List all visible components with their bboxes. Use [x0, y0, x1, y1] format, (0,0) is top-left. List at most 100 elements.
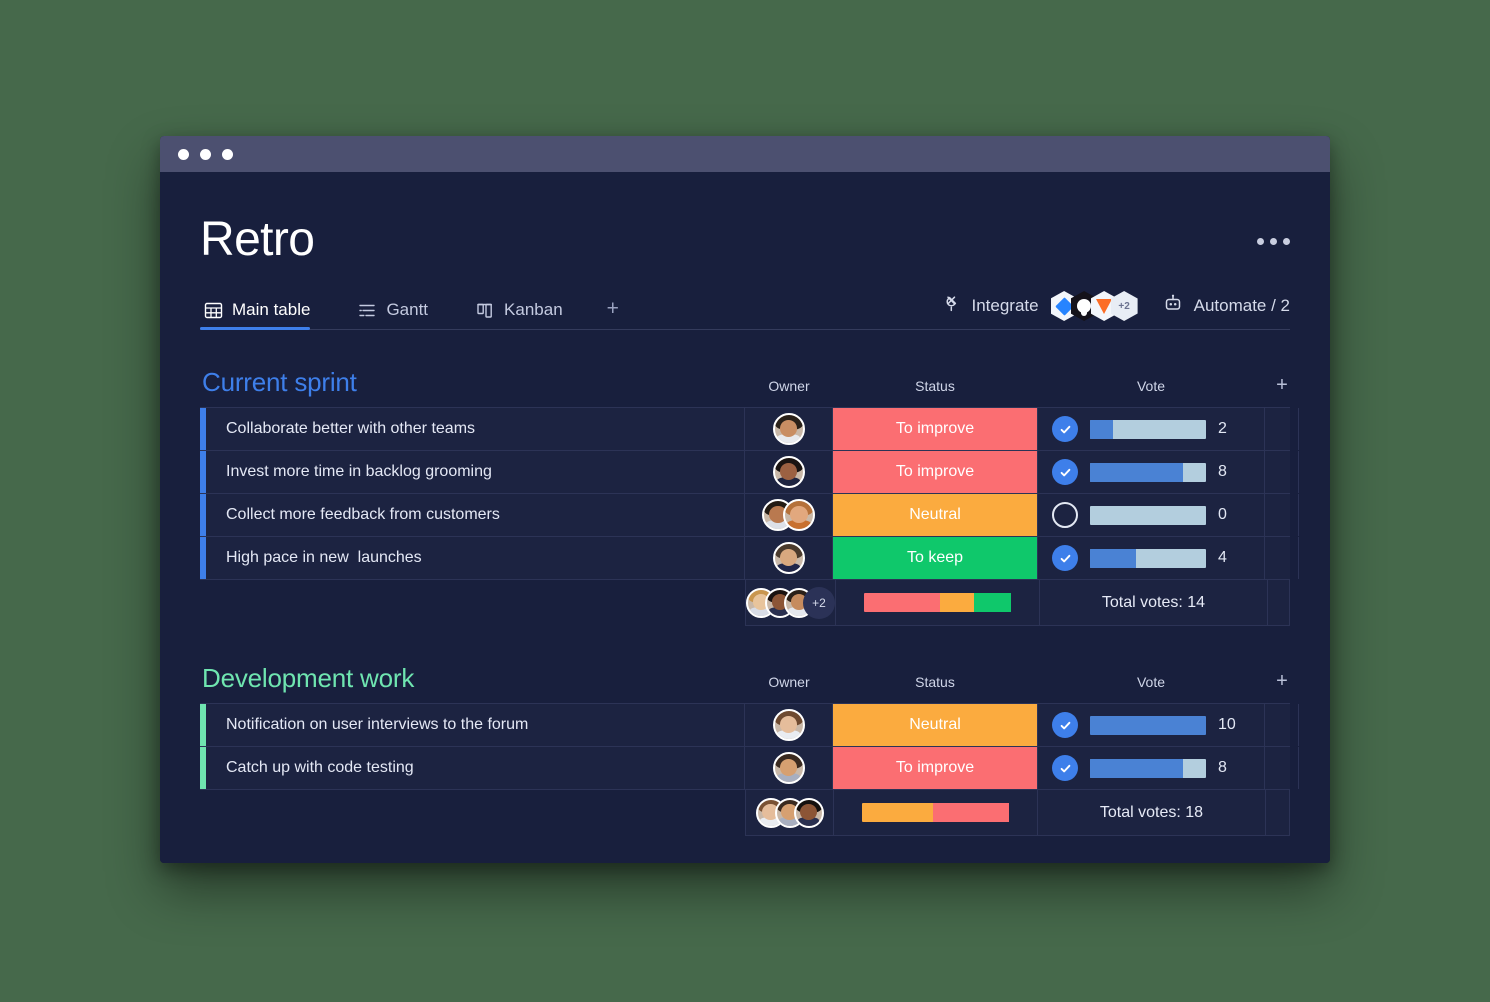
avatar[interactable]: [772, 542, 805, 574]
status-badge[interactable]: To improve: [833, 747, 1037, 789]
avatar-stack[interactable]: +2: [746, 586, 835, 619]
avatar-stack[interactable]: [772, 709, 805, 741]
row-vote: 4: [1037, 537, 1265, 579]
header: Retro: [200, 172, 1290, 264]
vote-progress-bar: [1090, 548, 1206, 568]
row-owner[interactable]: [745, 704, 833, 746]
avatar-overflow-badge[interactable]: +2: [803, 586, 835, 619]
table-row[interactable]: Invest more time in backlog grooming To i…: [200, 450, 1299, 494]
ellipsis-icon[interactable]: [1257, 216, 1290, 245]
group-summary-row: +2 Total votes: 14: [745, 580, 1290, 626]
row-owner[interactable]: [745, 747, 833, 789]
vote-toggle[interactable]: [1052, 416, 1078, 442]
group-1: Development work Owner Status Vote + Notifica…: [200, 660, 1299, 836]
avatar[interactable]: [772, 752, 805, 784]
row-title[interactable]: Collaborate better with other teams: [206, 408, 745, 450]
row-vote: 8: [1037, 451, 1265, 493]
group-0: Current sprint Owner Status Vote + Collaborat…: [200, 364, 1299, 626]
add-view-button[interactable]: +: [607, 298, 619, 329]
vote-toggle[interactable]: [1052, 712, 1078, 738]
table-row[interactable]: Collect more feedback from customers Neut…: [200, 493, 1299, 537]
vote-count: 4: [1218, 549, 1227, 566]
avatar[interactable]: [772, 413, 805, 445]
table-row[interactable]: Catch up with code testing To improve 8: [200, 746, 1299, 790]
avatar[interactable]: [793, 797, 824, 828]
vote-progress-bar: [1090, 419, 1206, 439]
window-dot-minimize[interactable]: [200, 148, 211, 160]
row-title[interactable]: Notification on user interviews to the f…: [206, 704, 745, 746]
integrate-button[interactable]: Integrate: [941, 293, 1039, 319]
row-end-cell: [1265, 408, 1299, 450]
column-header-vote: Vote: [1136, 674, 1166, 690]
window-dot-maximize[interactable]: [222, 148, 233, 160]
avatar-stack[interactable]: [772, 413, 805, 445]
status-badge[interactable]: Neutral: [833, 704, 1037, 746]
table-row[interactable]: Notification on user interviews to the f…: [200, 703, 1299, 747]
row-title[interactable]: High pace in new launches: [206, 537, 745, 579]
row-owner[interactable]: [745, 451, 833, 493]
tab-main-table-label: Main table: [232, 300, 311, 319]
row-end-cell: [1265, 451, 1299, 493]
tab-kanban-label: Kanban: [504, 300, 563, 319]
row-owner[interactable]: [745, 408, 833, 450]
vote-toggle[interactable]: [1052, 502, 1078, 528]
table-row[interactable]: High pace in new launches To keep 4: [200, 536, 1299, 580]
add-column-button[interactable]: +: [1265, 375, 1299, 398]
vote-toggle[interactable]: [1052, 459, 1078, 485]
tab-gantt-label: Gantt: [386, 300, 429, 319]
avatar-stack[interactable]: [755, 797, 824, 828]
integration-more-badge[interactable]: +2: [1110, 291, 1138, 321]
status-badge[interactable]: To keep: [833, 537, 1037, 579]
vote-progress-bar: [1090, 758, 1206, 778]
status-badge[interactable]: To improve: [833, 408, 1037, 450]
status-badge[interactable]: To improve: [833, 451, 1037, 493]
avatar[interactable]: [772, 709, 805, 741]
integration-badges[interactable]: +2: [1050, 291, 1138, 321]
view-tabs: Main table Gantt Kanban +: [200, 291, 619, 330]
row-title[interactable]: Catch up with code testing: [206, 747, 745, 789]
row-end-cell: [1265, 747, 1299, 789]
avatar[interactable]: [783, 499, 815, 531]
status-stacked-bar: [863, 593, 1012, 612]
avatar-stack[interactable]: [772, 542, 805, 574]
summary-status-distribution: [836, 580, 1040, 625]
vote-toggle[interactable]: [1052, 755, 1078, 781]
gantt-icon: [358, 301, 377, 320]
automate-label: Automate / 2: [1193, 296, 1290, 315]
row-title[interactable]: Invest more time in backlog grooming: [206, 451, 745, 493]
avatar[interactable]: [772, 456, 805, 488]
group-title[interactable]: Current sprint: [200, 367, 745, 398]
summary-owners[interactable]: +2: [746, 580, 836, 625]
column-header-status: Status: [915, 674, 955, 690]
summary-end-cell: [1266, 790, 1300, 835]
window-titlebar: [160, 136, 1330, 172]
row-vote: 2: [1037, 408, 1265, 450]
vote-count: 8: [1218, 463, 1227, 480]
board-toolbar: Integrate +2 Automate / 2: [941, 291, 1290, 329]
row-vote: 8: [1037, 747, 1265, 789]
group-header: Development work Owner Status Vote +: [200, 660, 1290, 694]
automate-button[interactable]: Automate / 2: [1162, 293, 1290, 320]
tab-main-table[interactable]: Main table: [200, 300, 324, 330]
tab-gantt[interactable]: Gantt: [354, 300, 442, 329]
row-owner[interactable]: [745, 494, 833, 536]
tab-kanban[interactable]: Kanban: [472, 300, 577, 329]
vote-count: 10: [1218, 716, 1236, 733]
avatar-stack[interactable]: [772, 456, 805, 488]
add-column-button[interactable]: +: [1265, 671, 1299, 694]
summary-status-distribution: [834, 790, 1038, 835]
avatar-stack[interactable]: [762, 499, 815, 531]
board-groups: Current sprint Owner Status Vote + Collaborat…: [200, 364, 1299, 836]
window-dot-close[interactable]: [178, 148, 189, 160]
summary-total-votes: Total votes: 14: [1040, 580, 1268, 625]
vote-toggle[interactable]: [1052, 545, 1078, 571]
group-title[interactable]: Development work: [200, 663, 745, 694]
vote-count: 8: [1218, 759, 1227, 776]
row-owner[interactable]: [745, 537, 833, 579]
avatar-stack[interactable]: [772, 752, 805, 784]
summary-owners[interactable]: [746, 790, 834, 835]
row-title[interactable]: Collect more feedback from customers: [206, 494, 745, 536]
status-badge[interactable]: Neutral: [833, 494, 1037, 536]
table-row[interactable]: Collaborate better with other teams To im…: [200, 407, 1299, 451]
row-end-cell: [1265, 704, 1299, 746]
